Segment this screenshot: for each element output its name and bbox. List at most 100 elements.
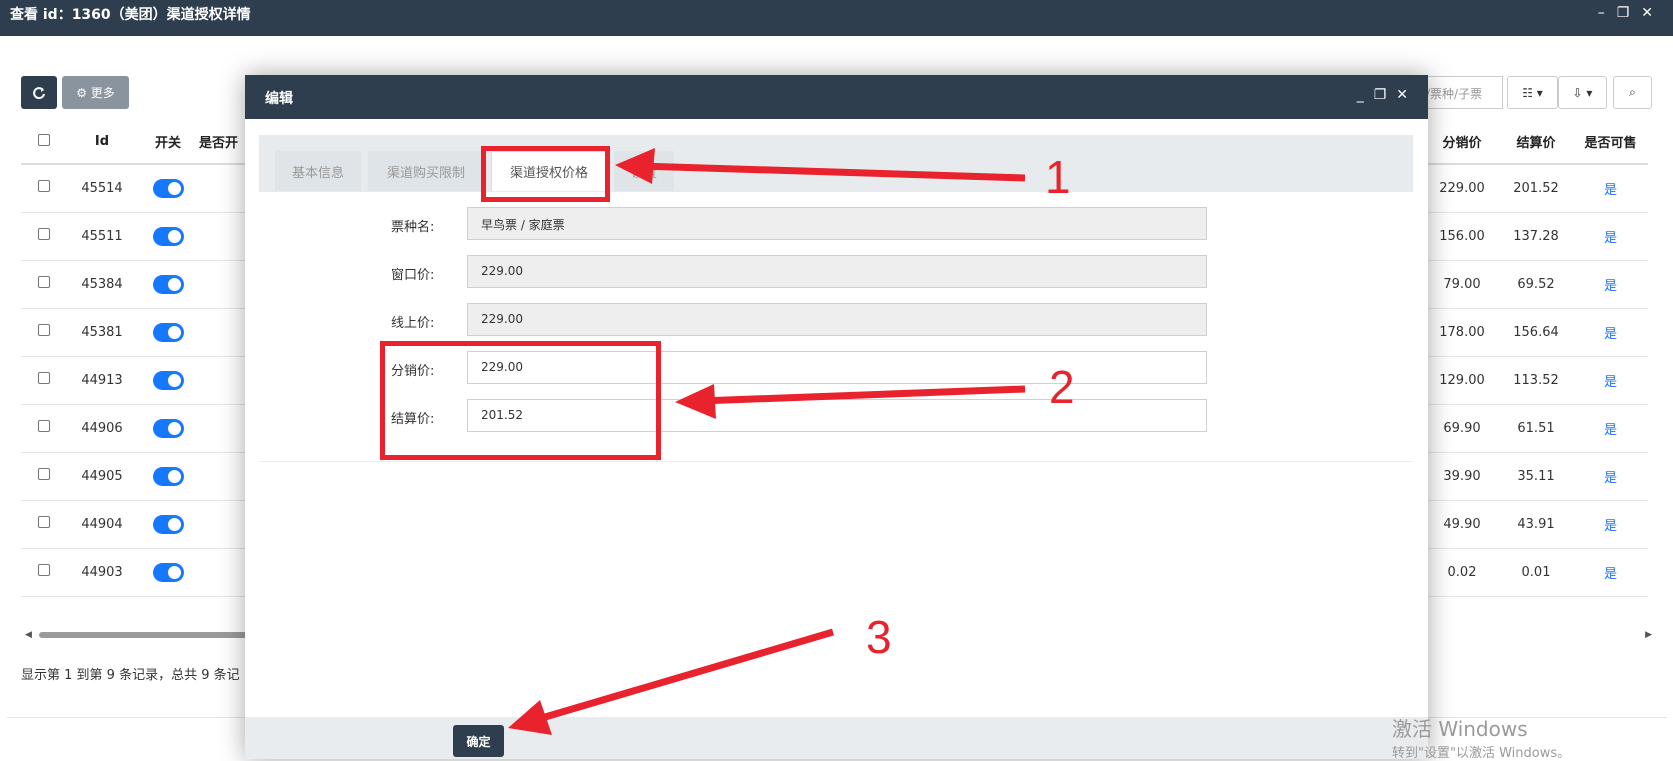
row-checkbox[interactable]: [38, 516, 50, 528]
more-button[interactable]: ⚙ 更多: [62, 76, 129, 109]
divider: [259, 461, 1413, 462]
row-switch[interactable]: [152, 418, 184, 438]
row-switch[interactable]: [152, 178, 184, 198]
refresh-button[interactable]: [21, 76, 57, 109]
annotation-box-tab: [481, 146, 610, 202]
tab-purchase-limit[interactable]: 渠道购买限制: [368, 151, 484, 191]
dist-price-cell: 69.90: [1425, 404, 1499, 453]
dist-price-cell: 156.00: [1425, 212, 1499, 261]
settle-price-cell: 156.64: [1499, 308, 1573, 357]
table-row[interactable]: 44905: [21, 452, 259, 501]
table-row[interactable]: 44903: [21, 548, 259, 597]
dialog-footer: [245, 717, 1428, 759]
row-switch[interactable]: [152, 226, 184, 246]
dist-price-cell: 178.00: [1425, 308, 1499, 357]
table-row[interactable]: 39.90 35.11 是: [1425, 452, 1648, 501]
sellable-link[interactable]: 是: [1573, 308, 1648, 357]
table-row[interactable]: 44913: [21, 356, 259, 405]
sellable-link[interactable]: 是: [1573, 404, 1648, 453]
table-row[interactable]: 49.90 43.91 是: [1425, 500, 1648, 549]
close-icon[interactable]: ✕: [1641, 5, 1665, 21]
table-row[interactable]: 229.00 201.52 是: [1425, 164, 1648, 213]
row-checkbox[interactable]: [38, 564, 50, 576]
tab-settings[interactable]: 设置: [614, 151, 674, 191]
row-checkbox[interactable]: [38, 228, 50, 240]
sellable-link[interactable]: 是: [1573, 260, 1648, 309]
dist-price-cell: 229.00: [1425, 164, 1499, 213]
sellable-link[interactable]: 是: [1573, 548, 1648, 597]
row-checkbox[interactable]: [38, 180, 50, 193]
row-switch[interactable]: [152, 514, 184, 534]
export-button[interactable]: ⇩ ▾: [1558, 76, 1607, 109]
form-row-window-price: 窗口价: 229.00: [245, 255, 1428, 289]
row-id: 44913: [67, 356, 137, 405]
annotation-number-2: 2: [1049, 361, 1075, 413]
table-row[interactable]: 69.90 61.51 是: [1425, 404, 1648, 453]
settle-price-cell: 61.51: [1499, 404, 1573, 453]
row-checkbox[interactable]: [38, 324, 50, 336]
sellable-link[interactable]: 是: [1573, 212, 1648, 261]
table-row[interactable]: 45381: [21, 308, 259, 357]
dist-price-cell: 0.02: [1425, 548, 1499, 597]
scroll-left-icon[interactable]: ◀: [25, 630, 32, 640]
watermark-line2: 转到"设置"以激活 Windows。: [1392, 746, 1571, 761]
sellable-link[interactable]: 是: [1573, 500, 1648, 549]
settle-price-cell: 0.01: [1499, 548, 1573, 597]
sellable-link[interactable]: 是: [1573, 164, 1648, 213]
row-switch[interactable]: [152, 562, 184, 582]
maximize-icon[interactable]: ❐: [1617, 5, 1642, 21]
sellable-link[interactable]: 是: [1573, 452, 1648, 501]
table-row[interactable]: 44904: [21, 500, 259, 549]
row-checkbox[interactable]: [38, 420, 50, 432]
settle-price-cell: 137.28: [1499, 212, 1573, 261]
table-row[interactable]: 156.00 137.28 是: [1425, 212, 1648, 261]
tab-bar: 基本信息 渠道购买限制 渠道授权价格 设置: [259, 135, 1413, 192]
confirm-button[interactable]: 确定: [453, 725, 504, 757]
table-row[interactable]: 45514: [21, 164, 259, 213]
select-all-checkbox[interactable]: [38, 133, 50, 146]
ticket-name-label: 票种名:: [391, 220, 435, 235]
sellable-link[interactable]: 是: [1573, 356, 1648, 405]
tab-basic-info[interactable]: 基本信息: [275, 151, 361, 191]
dist-price-cell: 39.90: [1425, 452, 1499, 501]
table-row[interactable]: 45511: [21, 212, 259, 261]
row-switch[interactable]: [152, 370, 184, 390]
columns-toggle-button[interactable]: ☷ ▾: [1507, 76, 1558, 109]
row-id: 45514: [67, 164, 137, 213]
row-checkbox[interactable]: [38, 276, 50, 288]
search-button[interactable]: ⌕: [1613, 76, 1652, 109]
settle-price-cell: 201.52: [1499, 164, 1573, 213]
online-price-label: 线上价:: [391, 316, 435, 331]
window-price-field: 229.00: [467, 255, 1207, 288]
table-row[interactable]: 44906: [21, 404, 259, 453]
row-switch[interactable]: [152, 466, 184, 486]
table-row[interactable]: 129.00 113.52 是: [1425, 356, 1648, 405]
col-header-dist-price[interactable]: 分销价: [1425, 120, 1499, 165]
col-header-switch[interactable]: 开关: [137, 120, 199, 165]
select-all-cell[interactable]: [21, 120, 67, 165]
dialog-controls[interactable]: _❐✕: [1357, 87, 1418, 103]
row-checkbox[interactable]: [38, 372, 50, 384]
table-row[interactable]: 45384: [21, 260, 259, 309]
window-controls[interactable]: –❐✕: [1598, 5, 1665, 21]
row-switch[interactable]: [152, 274, 184, 294]
row-checkbox[interactable]: [38, 468, 50, 480]
dialog-minimize-icon[interactable]: _: [1357, 87, 1374, 103]
row-switch[interactable]: [152, 322, 184, 342]
settle-price-cell: 113.52: [1499, 356, 1573, 405]
annotation-number-3: 3: [866, 611, 892, 663]
scrollbar-thumb[interactable]: [39, 632, 269, 638]
row-id: 44906: [67, 404, 137, 453]
col-header-id[interactable]: Id: [67, 120, 137, 165]
dialog-close-icon[interactable]: ✕: [1396, 87, 1418, 103]
window-price-label: 窗口价:: [391, 268, 435, 283]
watermark-line1: 激活 Windows: [1392, 717, 1528, 741]
scroll-right-icon[interactable]: ▶: [1645, 630, 1652, 640]
table-row[interactable]: 79.00 69.52 是: [1425, 260, 1648, 309]
table-row[interactable]: 178.00 156.64 是: [1425, 308, 1648, 357]
col-header-settle-price[interactable]: 结算价: [1499, 120, 1573, 165]
table-row[interactable]: 0.02 0.01 是: [1425, 548, 1648, 597]
dialog-maximize-icon[interactable]: ❐: [1374, 87, 1397, 103]
col-header-sellable[interactable]: 是否可售: [1573, 120, 1648, 165]
minimize-icon[interactable]: –: [1598, 5, 1617, 21]
